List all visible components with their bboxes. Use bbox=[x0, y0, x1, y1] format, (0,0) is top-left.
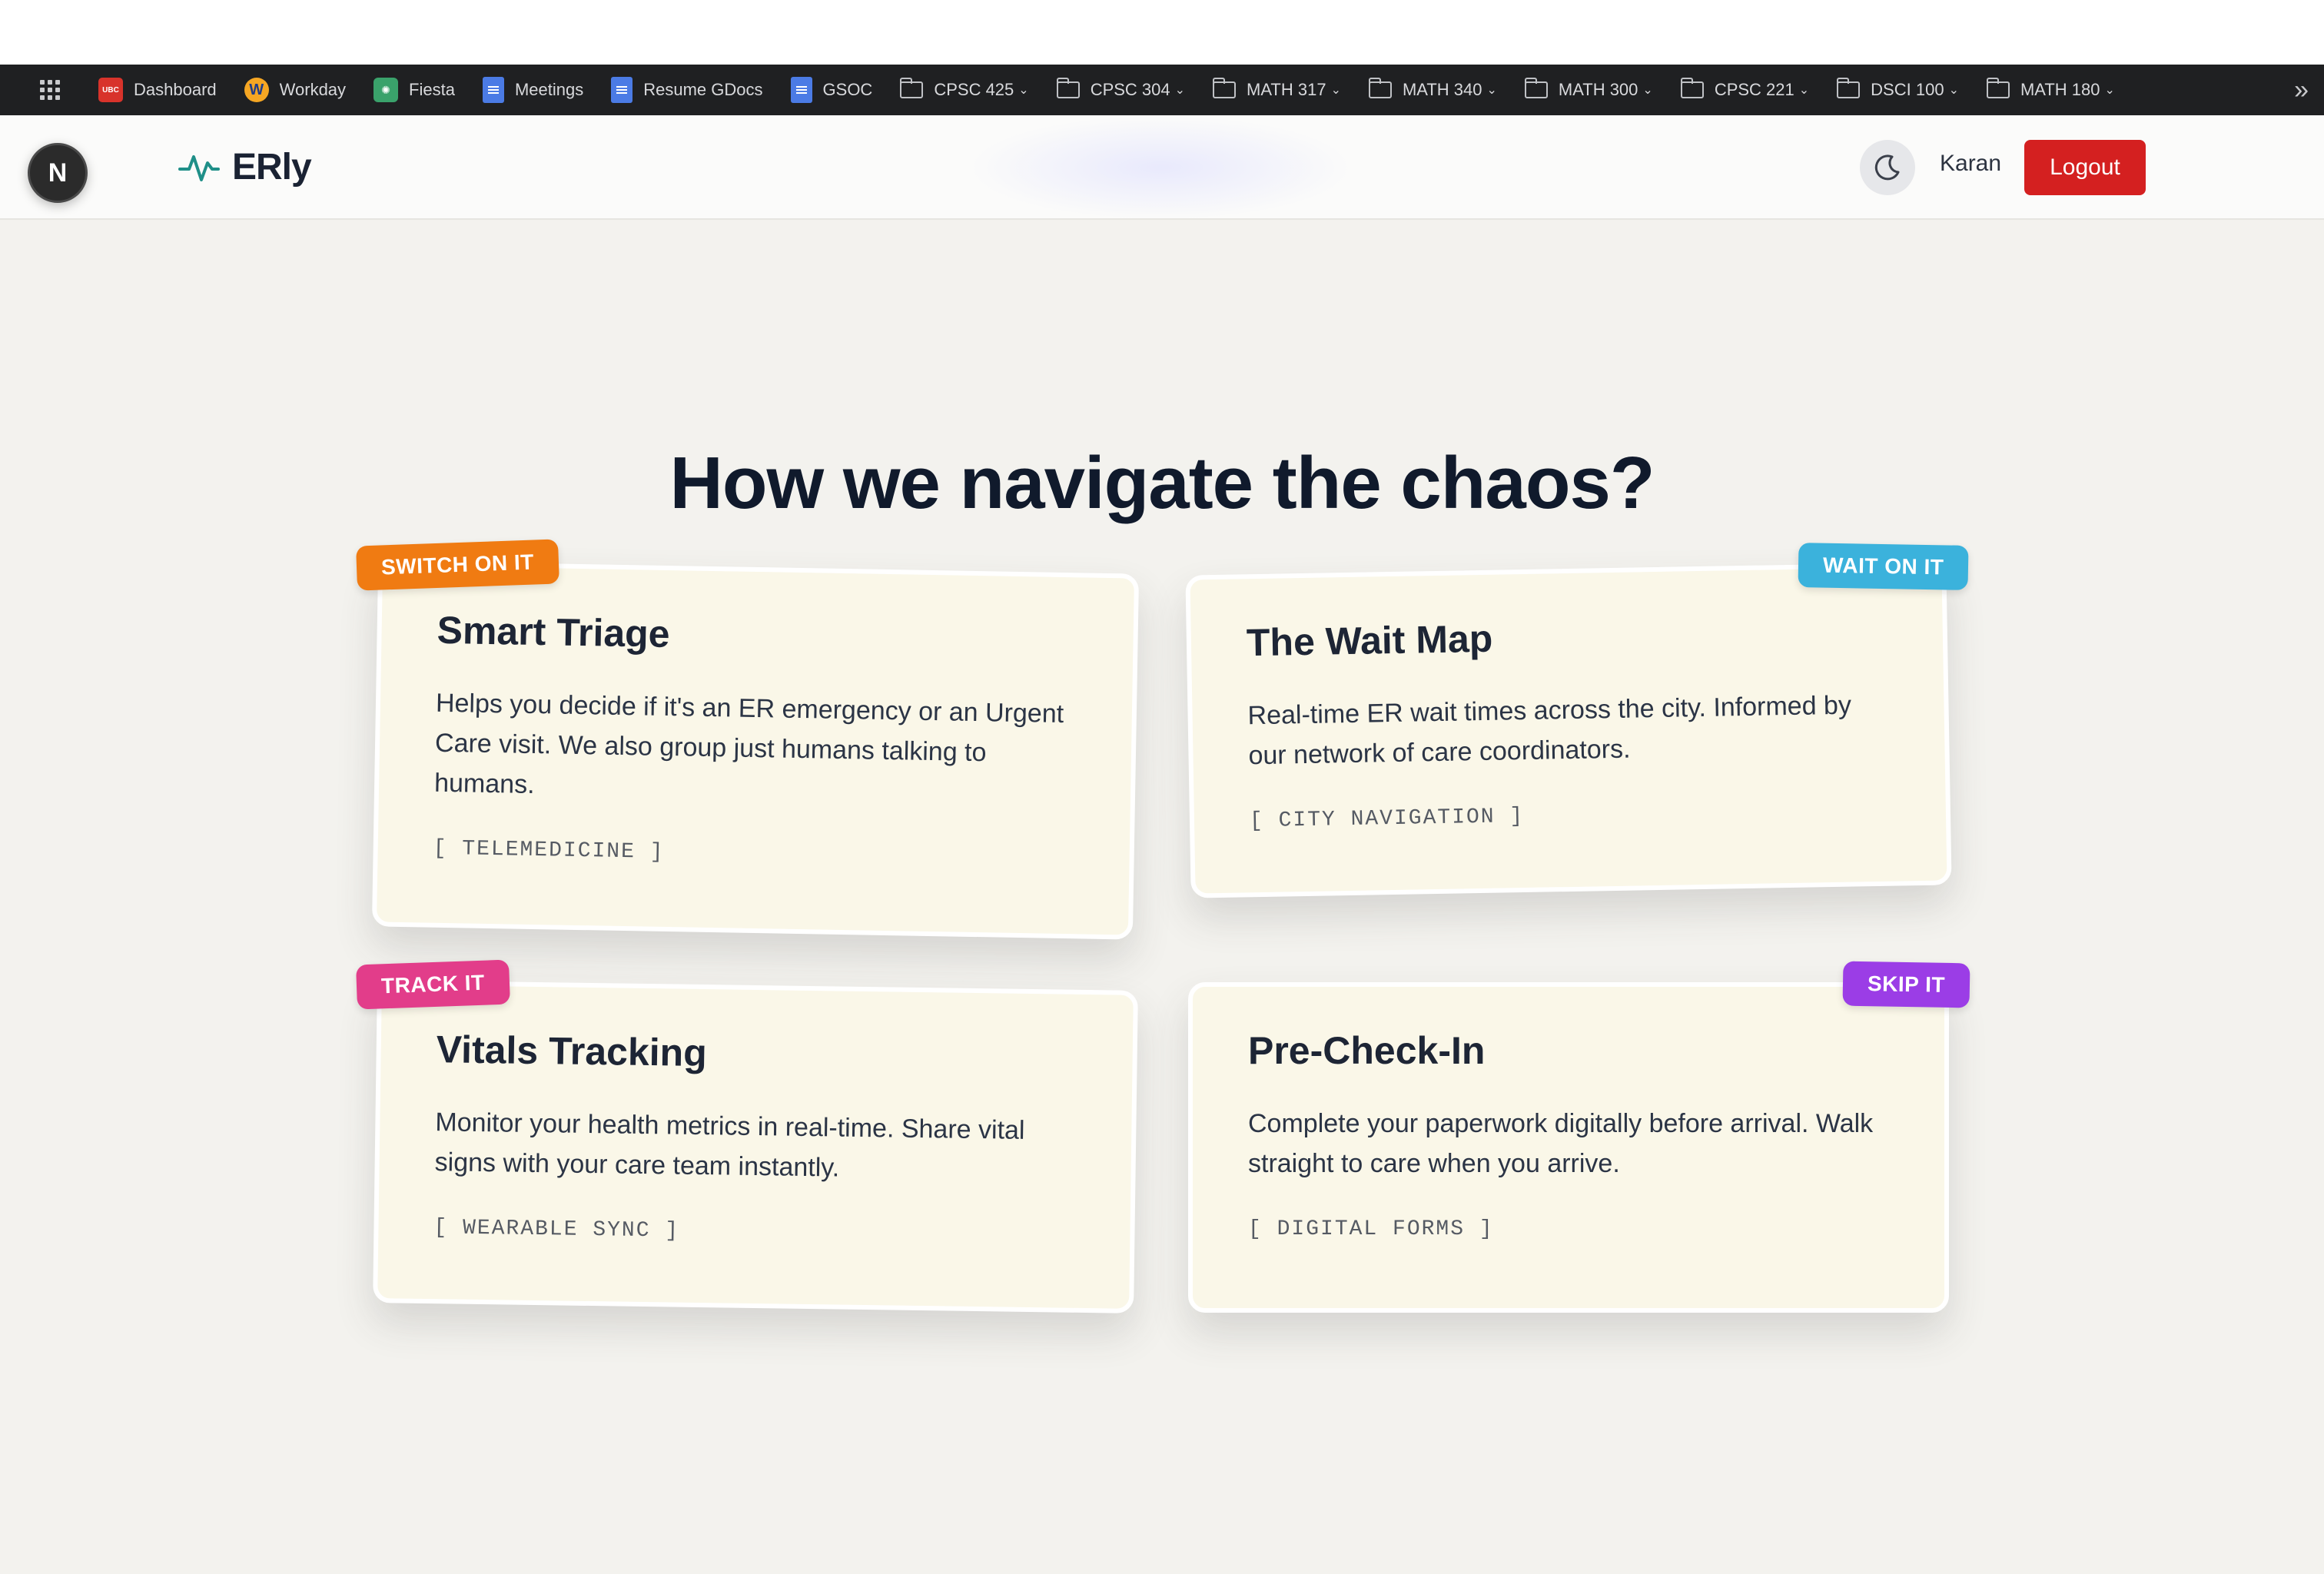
feature-card-vitals-tracking: Vitals Tracking Monitor your health metr… bbox=[373, 980, 1138, 1313]
bookmark-workday[interactable]: W Workday bbox=[231, 65, 360, 115]
card-title: Smart Triage bbox=[437, 608, 671, 656]
folder-icon bbox=[1524, 78, 1548, 98]
browser-top-strip bbox=[0, 0, 2324, 65]
card-badge: WAIT ON IT bbox=[1798, 543, 1969, 590]
nextjs-dev-badge[interactable]: N bbox=[28, 143, 88, 203]
bookmark-label: DSCI 100 bbox=[1871, 80, 1944, 99]
section-heading: How we navigate the chaos? bbox=[669, 442, 1655, 524]
bookmark-label: Workday bbox=[279, 80, 347, 99]
chevron-down-icon: ⌄ bbox=[1174, 84, 1186, 97]
moon-icon bbox=[1874, 154, 1900, 181]
bookmark-gsoc[interactable]: GSOC bbox=[777, 65, 887, 115]
doc-icon bbox=[482, 77, 504, 103]
bookmark-folder-math-340[interactable]: MATH 340 ⌄ bbox=[1355, 65, 1511, 115]
bookmark-folder-cpsc-425[interactable]: CPSC 425 ⌄ bbox=[886, 65, 1042, 115]
bookmark-label: CPSC 221 bbox=[1714, 80, 1794, 99]
card-title: Vitals Tracking bbox=[436, 1028, 708, 1075]
bookmark-resume-gdocs[interactable]: Resume GDocs bbox=[597, 65, 776, 115]
brand-logo[interactable]: ERly bbox=[177, 144, 312, 189]
chevron-down-icon: ⌄ bbox=[1642, 84, 1653, 97]
card-badge: SWITCH ON IT bbox=[356, 539, 559, 591]
brand-name: ERly bbox=[232, 146, 312, 188]
bookmark-label: MATH 180 bbox=[2020, 80, 2100, 99]
bookmark-folder-math-180[interactable]: MATH 180 ⌄ bbox=[1973, 65, 2129, 115]
bookmark-label: CPSC 304 bbox=[1090, 80, 1170, 99]
folder-icon bbox=[1837, 78, 1861, 98]
card-badge: TRACK IT bbox=[356, 959, 510, 1010]
card-badge: SKIP IT bbox=[1842, 961, 1970, 1008]
card-tag: [ TELEMEDICINE ] bbox=[433, 836, 665, 865]
bookmark-label: MATH 300 bbox=[1558, 80, 1638, 99]
apps-button[interactable] bbox=[26, 65, 85, 115]
folder-icon bbox=[1986, 78, 2010, 98]
card-description: Real-time ER wait times across the city.… bbox=[1247, 690, 1852, 771]
folder-icon bbox=[1056, 78, 1080, 98]
fiesta-icon: ✺ bbox=[374, 78, 399, 102]
feature-card-wait-map: The Wait Map Real-time ER wait times acr… bbox=[1185, 562, 1952, 898]
double-chevron-right-icon: » bbox=[2294, 75, 2309, 105]
chevron-down-icon: ⌄ bbox=[2104, 84, 2115, 97]
card-tag: [ WEARABLE SYNC ] bbox=[433, 1216, 680, 1244]
bookmark-dashboard[interactable]: UBC Dashboard bbox=[85, 65, 231, 115]
folder-icon bbox=[1213, 78, 1237, 98]
folder-icon bbox=[1680, 78, 1704, 98]
bookmark-folder-cpsc-221[interactable]: CPSC 221 ⌄ bbox=[1667, 65, 1823, 115]
bookmark-fiesta[interactable]: ✺ Fiesta bbox=[360, 65, 469, 115]
folder-icon bbox=[1368, 78, 1392, 98]
chevron-down-icon: ⌄ bbox=[1798, 84, 1810, 97]
bookmark-label: Dashboard bbox=[134, 80, 217, 99]
doc-icon bbox=[790, 77, 812, 103]
workday-icon: W bbox=[244, 78, 269, 102]
card-description: Monitor your health metrics in real-time… bbox=[434, 1107, 1025, 1183]
card-description: Helps you decide if it's an ER emergency… bbox=[433, 688, 1064, 799]
pulse-icon bbox=[178, 155, 220, 181]
logout-button[interactable]: Logout bbox=[2024, 140, 2146, 195]
chevron-down-icon: ⌄ bbox=[1018, 84, 1029, 97]
folder-icon bbox=[900, 78, 924, 98]
chevron-down-icon: ⌄ bbox=[1948, 84, 1959, 97]
chevron-down-icon: ⌄ bbox=[1330, 84, 1341, 97]
bookmark-label: Resume GDocs bbox=[643, 80, 763, 99]
bookmark-folder-math-300[interactable]: MATH 300 ⌄ bbox=[1511, 65, 1667, 115]
bookmark-meetings[interactable]: Meetings bbox=[469, 65, 597, 115]
user-name: Karan bbox=[1940, 151, 2002, 176]
card-title: Pre-Check-In bbox=[1248, 1029, 1486, 1072]
bookmark-folder-math-317[interactable]: MATH 317 ⌄ bbox=[1199, 65, 1355, 115]
feature-card-smart-triage: Smart Triage Helps you decide if it's an… bbox=[371, 560, 1140, 940]
card-tag: [ CITY NAVIGATION ] bbox=[1249, 805, 1525, 834]
card-description: Complete your paperwork digitally before… bbox=[1248, 1109, 1874, 1178]
chevron-down-icon: ⌄ bbox=[1486, 84, 1497, 97]
apps-grid-icon bbox=[40, 80, 60, 100]
bookmark-label: GSOC bbox=[822, 80, 873, 99]
nextjs-logo-icon: N bbox=[48, 158, 68, 188]
ubc-icon: UBC bbox=[98, 78, 123, 102]
card-tag: [ DIGITAL FORMS ] bbox=[1248, 1217, 1494, 1241]
theme-toggle-button[interactable] bbox=[1860, 140, 1915, 195]
doc-icon bbox=[611, 77, 633, 103]
bookmark-label: Fiesta bbox=[409, 80, 455, 99]
bookmark-label: CPSC 425 bbox=[934, 80, 1014, 99]
bookmarks-bar: UBC Dashboard W Workday ✺ Fiesta Meeting… bbox=[0, 65, 2324, 115]
bookmark-folder-dsci-100[interactable]: DSCI 100 ⌄ bbox=[1823, 65, 1973, 115]
bookmarks-overflow-button[interactable]: » bbox=[2294, 65, 2309, 115]
feature-card-pre-check-in: Pre-Check-In Complete your paperwork dig… bbox=[1188, 982, 1949, 1313]
bookmark-label: Meetings bbox=[514, 80, 584, 99]
bookmark-label: MATH 317 bbox=[1247, 80, 1326, 99]
bookmark-label: MATH 340 bbox=[1402, 80, 1482, 99]
header-glow bbox=[968, 115, 1353, 220]
card-title: The Wait Map bbox=[1246, 616, 1493, 665]
bookmark-folder-cpsc-304[interactable]: CPSC 304 ⌄ bbox=[1043, 65, 1199, 115]
